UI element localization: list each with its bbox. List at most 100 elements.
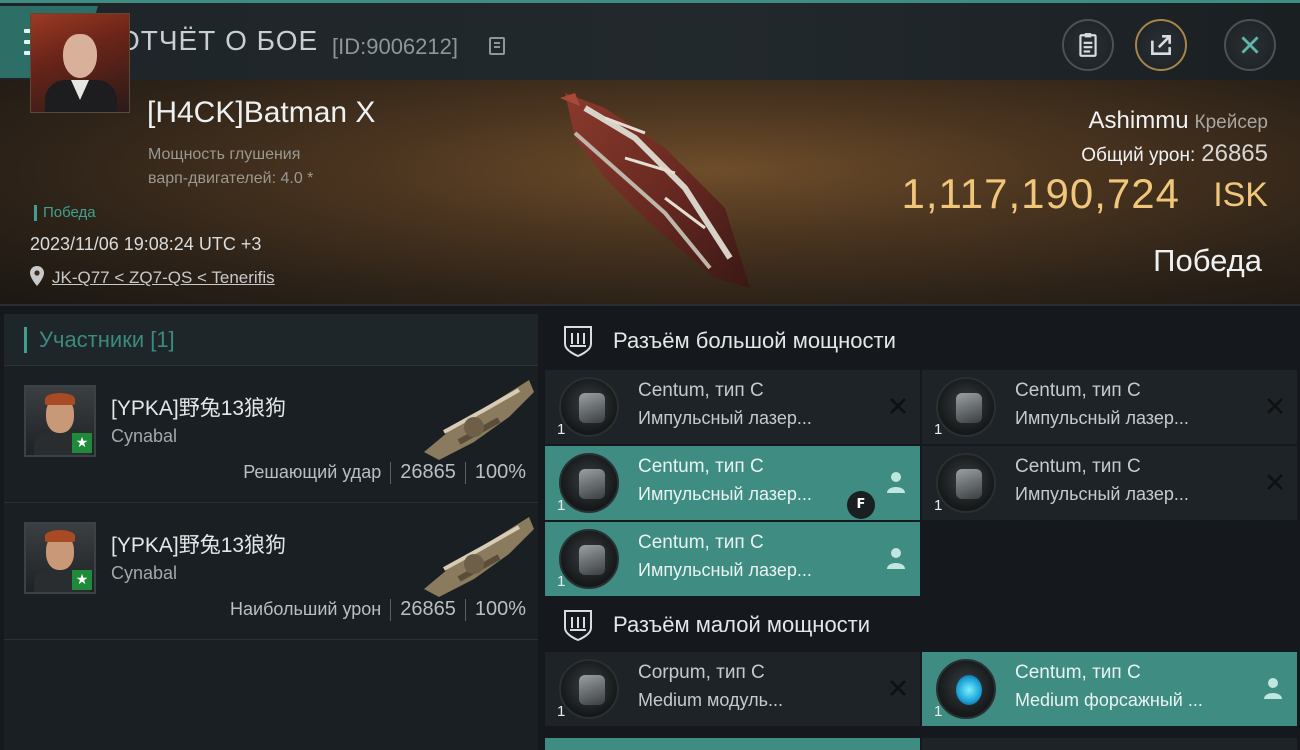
module-qty: 1	[557, 497, 566, 514]
module-slot[interactable]: 1 Centum, тип C Импульсный лазер...	[545, 370, 920, 444]
warp-line-1: Мощность глушения	[148, 146, 301, 163]
location-link[interactable]: JK-Q77 < ZQ7-QS < Tenerifis	[52, 268, 275, 288]
low-slot-header: Разъём малой мощности	[545, 598, 1300, 652]
module-name: Corpum, тип C	[638, 662, 765, 683]
pilot-icon	[887, 548, 905, 569]
close-icon	[1241, 36, 1259, 54]
total-damage-label: Общий урон:	[1081, 145, 1196, 166]
module-qty: 1	[557, 573, 566, 590]
avatar[interactable]: ★	[24, 385, 96, 457]
clipboard-icon	[1079, 33, 1097, 57]
module-type: Импульсный лазер...	[638, 560, 812, 580]
participant-damage: 26865	[400, 461, 456, 483]
participant-stats: Наибольший урон 26865 100%	[230, 598, 526, 621]
total-damage: Общий урон: 26865	[1081, 140, 1268, 168]
top-bar: ОТЧЁТ О БОЕ [ID:9006212]	[0, 0, 1300, 80]
timestamp: 2023/11/06 19:08:24 UTC +3	[30, 234, 262, 254]
total-damage-value: 26865	[1201, 140, 1268, 167]
module-qty: 1	[934, 703, 943, 720]
module-qty: 1	[557, 421, 566, 438]
high-slot-icon	[564, 326, 592, 358]
pulse-laser-icon	[559, 377, 619, 437]
hotkey-badge: F	[847, 491, 875, 519]
pilot-icon	[887, 472, 905, 493]
module-qty: 1	[934, 497, 943, 514]
module-type: Импульсный лазер...	[638, 408, 812, 428]
share-icon	[1151, 35, 1171, 55]
module-slot-partial[interactable]	[922, 738, 1297, 750]
outcome-label: Победа	[1153, 243, 1262, 278]
participant-damage: 26865	[400, 598, 456, 620]
victim-portrait[interactable]	[30, 13, 130, 113]
participant-ship-image	[424, 380, 534, 460]
module-type: Medium модуль...	[638, 690, 784, 710]
fitting-panel: Разъём большой мощности 1 Centum, тип C …	[545, 314, 1300, 750]
participants-title: Участники [1]	[39, 326, 175, 352]
warp-line-2: варп-двигателей: 4.0 *	[148, 170, 314, 187]
location-pin-icon	[30, 266, 44, 286]
participants-panel: Участники [1] ★ [YPKA]野兔13狼狗 Cynabal Реш…	[4, 314, 538, 750]
module-name: Centum, тип C	[638, 532, 764, 553]
copy-icon[interactable]	[489, 37, 505, 55]
module-slot[interactable]: 1 Corpum, тип C Medium модуль...	[545, 652, 920, 726]
participant-role: Наибольший урон	[230, 599, 382, 619]
module-type: Импульсный лазер...	[1015, 484, 1189, 504]
module-slot[interactable]: 1 Centum, тип C Импульсный лазер...	[922, 370, 1297, 444]
participant-name: [YPKA]野兔13狼狗	[111, 534, 287, 557]
destroyed-icon	[1267, 398, 1283, 414]
module-slot[interactable]: 1 Centum, тип C Medium форсажный ...	[922, 652, 1297, 726]
low-slot-title: Разъём малой мощности	[613, 612, 871, 637]
afterburner-icon	[936, 659, 996, 719]
module-name: Centum, тип C	[638, 380, 764, 401]
destroyed-icon	[1267, 474, 1283, 490]
module-name: Centum, тип C	[1015, 662, 1141, 683]
star-icon: ★	[72, 433, 92, 453]
participant-ship: Cynabal	[111, 426, 178, 446]
module-slot-partial[interactable]	[545, 738, 920, 750]
victim-ship-image[interactable]	[545, 88, 765, 298]
module-qty: 1	[557, 703, 566, 720]
module-qty: 1	[934, 421, 943, 438]
pulse-laser-icon	[559, 453, 619, 513]
participant-ship-image	[424, 517, 534, 597]
destroyed-icon	[890, 680, 906, 696]
isk-unit: ISK	[1213, 176, 1268, 214]
avatar[interactable]: ★	[24, 522, 96, 594]
participant-row[interactable]: ★ [YPKA]野兔13狼狗 Cynabal Наибольший урон 2…	[4, 503, 538, 640]
pulse-laser-icon	[559, 529, 619, 589]
pilot-icon	[1264, 678, 1282, 699]
module-slot[interactable]: 1 Centum, тип C Импульсный лазер... F	[545, 446, 920, 520]
participant-row[interactable]: ★ [YPKA]野兔13狼狗 Cynabal Решающий удар 268…	[4, 366, 538, 503]
report-list-button[interactable]	[1062, 19, 1114, 71]
participant-ship: Cynabal	[111, 563, 178, 583]
page-title: ОТЧЁТ О БОЕ	[118, 25, 319, 56]
module-type: Импульсный лазер...	[1015, 408, 1189, 428]
participant-name: [YPKA]野兔13狼狗	[111, 397, 287, 420]
victim-ship[interactable]: Ashimmu Крейсер	[1089, 107, 1268, 135]
victim-ship-class: Крейсер	[1194, 112, 1268, 133]
module-type: Импульсный лазер...	[638, 484, 812, 504]
participant-stats: Решающий удар 26865 100%	[243, 461, 526, 484]
warp-scramble-strength: Мощность глушения варп-двигателей: 4.0 *	[148, 143, 313, 191]
participant-role: Решающий удар	[243, 462, 382, 482]
participants-header: Участники [1]	[4, 314, 538, 366]
module-type: Medium форсажный ...	[1015, 690, 1203, 710]
module-slot[interactable]: 1 Centum, тип C Импульсный лазер...	[922, 446, 1297, 520]
participant-percent: 100%	[474, 598, 526, 620]
high-slot-title: Разъём большой мощности	[613, 328, 896, 353]
medium-module-icon	[559, 659, 619, 719]
module-slot[interactable]: 1 Centum, тип C Импульсный лазер...	[545, 522, 920, 596]
participant-percent: 100%	[474, 461, 526, 483]
star-icon: ★	[72, 570, 92, 590]
victim-pilot-name[interactable]: [H4CK]Batman X	[147, 96, 375, 130]
pulse-laser-icon	[936, 453, 996, 513]
low-slot-icon	[564, 610, 592, 642]
result-tag: Победа	[34, 205, 96, 221]
close-button[interactable]	[1224, 19, 1276, 71]
high-slot-header: Разъём большой мощности	[545, 314, 1300, 368]
share-button[interactable]	[1135, 19, 1187, 71]
module-name: Centum, тип C	[1015, 380, 1141, 401]
victim-ship-name: Ashimmu	[1088, 107, 1189, 134]
pulse-laser-icon	[936, 377, 996, 437]
isk-value: 1,117,190,724	[901, 170, 1180, 217]
